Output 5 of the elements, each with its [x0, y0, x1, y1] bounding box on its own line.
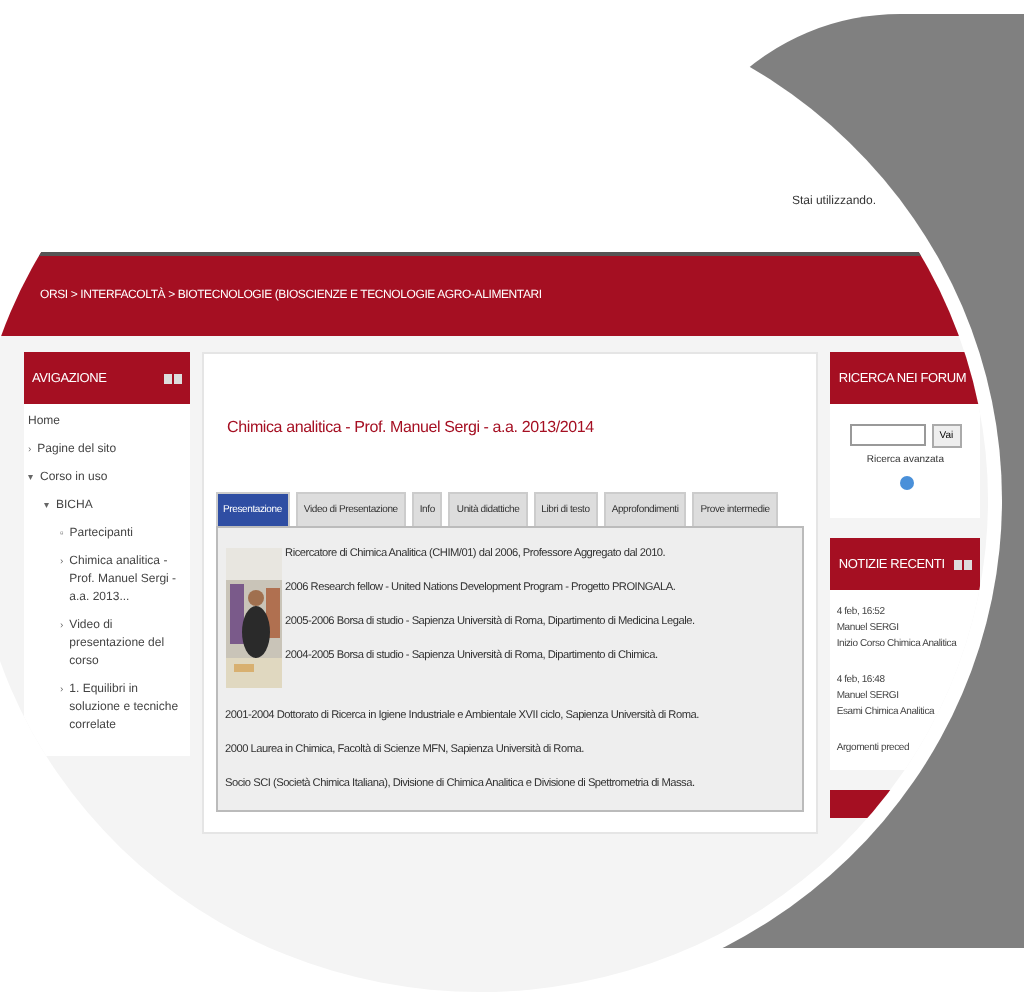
block-controls-icon[interactable] [954, 559, 972, 569]
search-field[interactable] [849, 424, 926, 446]
help-icon[interactable] [900, 476, 915, 491]
block-controls-icon[interactable] [163, 373, 182, 383]
course-title: Chimica analitica - Prof. Manuel Sergi - a.a. 2013/2014 [225, 416, 596, 440]
